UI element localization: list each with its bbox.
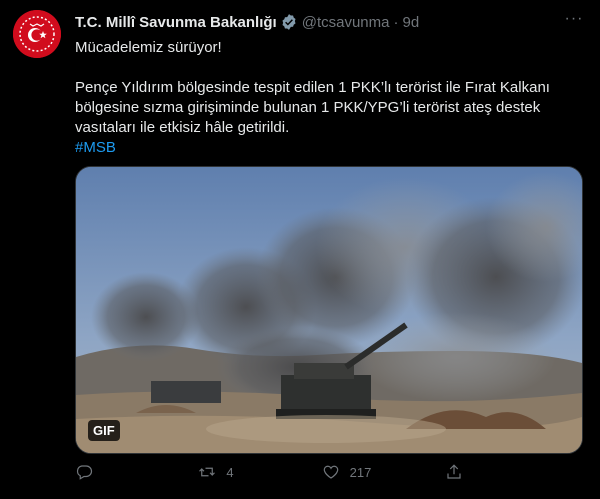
retweet-button[interactable]: 4 [198, 463, 258, 481]
reply-button[interactable] [75, 463, 135, 481]
verified-badge-icon [280, 13, 298, 31]
tweet-text: Mücadelemiz sürüyor! Pençe Yıldırım bölg… [75, 38, 580, 158]
retweet-icon [199, 467, 216, 477]
retweet-count: 4 [226, 464, 234, 480]
reply-icon [76, 465, 93, 480]
media-image [76, 167, 582, 453]
hashtag-link[interactable]: #MSB [75, 138, 580, 158]
author-handle[interactable]: @tcsavunma [302, 14, 390, 31]
like-icon [323, 465, 338, 479]
media-gif[interactable]: GIF [75, 166, 583, 454]
timestamp[interactable]: 9d [402, 14, 419, 31]
share-icon [447, 464, 461, 479]
tweet-body: Pençe Yıldırım bölgesinde tespit edilen … [75, 79, 550, 136]
share-button[interactable] [445, 463, 505, 481]
tweet-header: T.C. Millî Savunma Bakanlığı @tcsavunma … [75, 11, 584, 33]
gif-badge: GIF [88, 420, 120, 441]
author-name[interactable]: T.C. Millî Savunma Bakanlığı [75, 14, 277, 31]
tweet-intro: Mücadelemiz sürüyor! [75, 39, 222, 56]
avatar[interactable] [13, 10, 61, 58]
action-bar: 4 217 [75, 460, 505, 484]
more-icon[interactable]: ··· [564, 11, 584, 32]
like-button[interactable]: 217 [322, 463, 382, 481]
like-count: 217 [349, 464, 372, 480]
separator-dot: · [393, 13, 399, 31]
government-seal-icon [13, 10, 61, 58]
